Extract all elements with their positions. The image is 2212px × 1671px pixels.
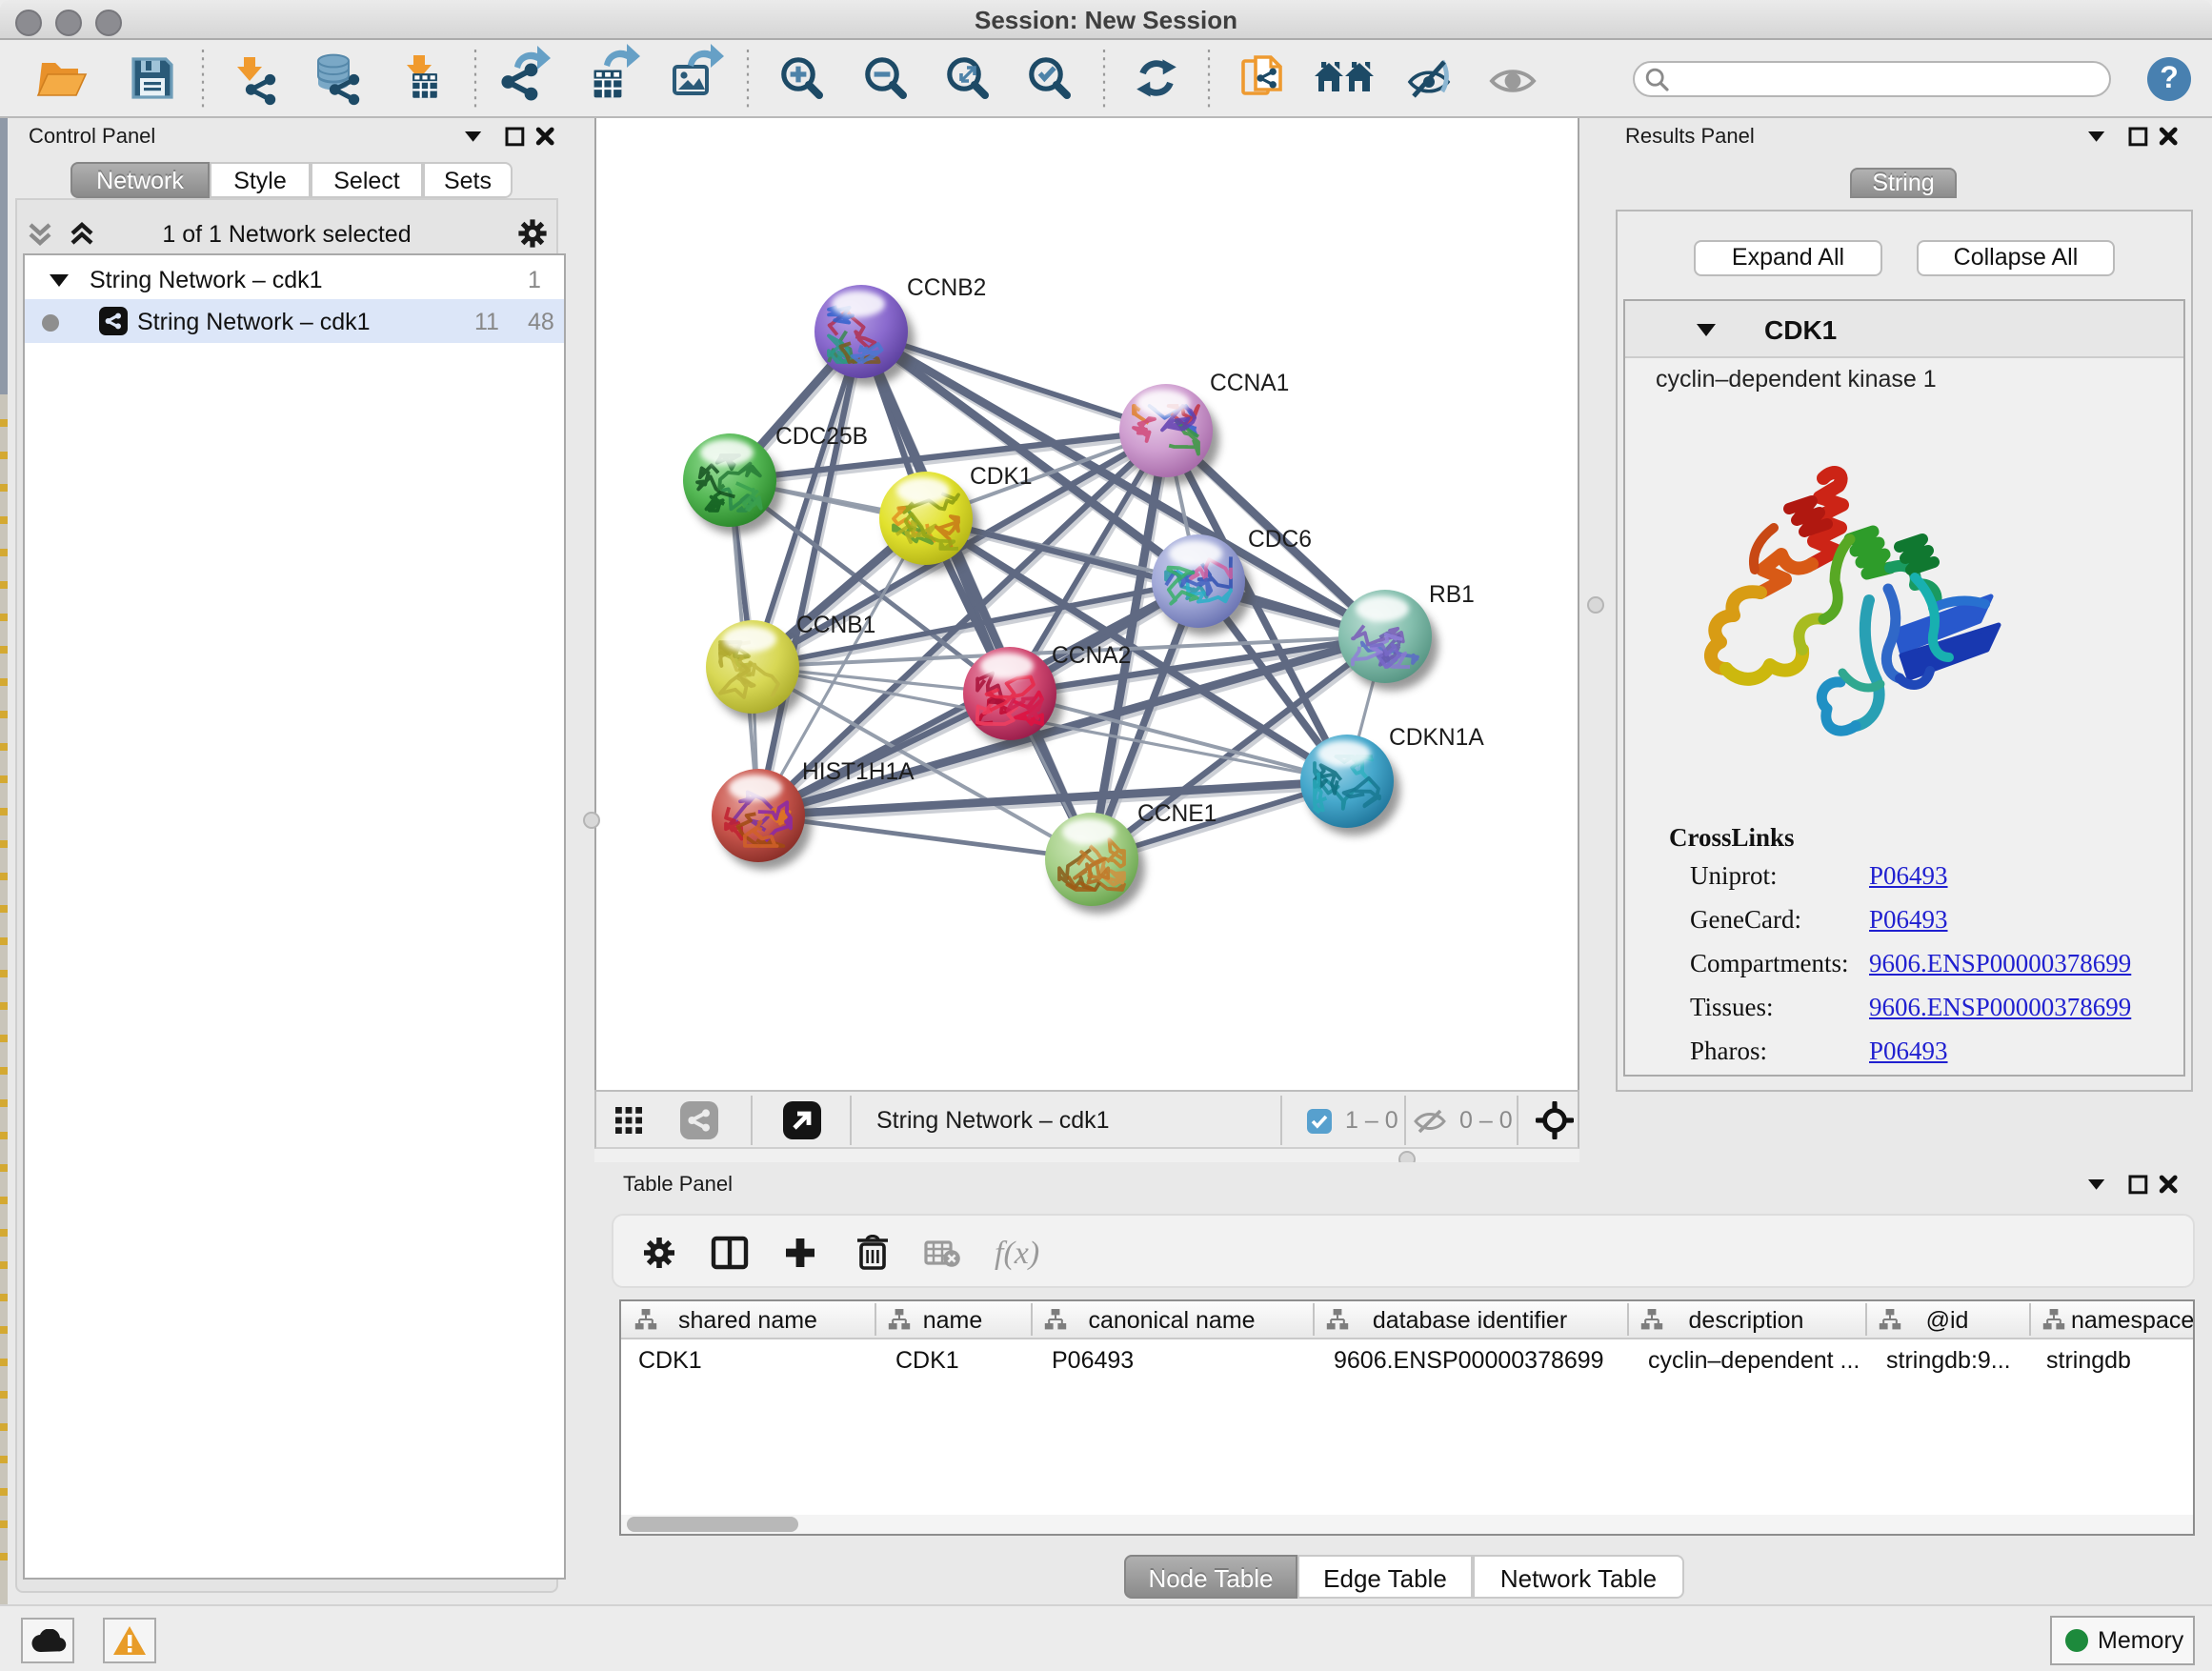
svg-text:CDK1: CDK1	[970, 464, 1033, 490]
svg-text:CDC25B: CDC25B	[775, 424, 868, 450]
svg-text:HIST1H1A: HIST1H1A	[802, 759, 915, 785]
svg-text:f(x): f(x)	[995, 1236, 1039, 1271]
svg-text:CDKN1A: CDKN1A	[1389, 725, 1484, 751]
svg-text:RB1: RB1	[1429, 582, 1475, 608]
svg-text:CCNB2: CCNB2	[907, 275, 986, 301]
svg-text:CCNA2: CCNA2	[1052, 643, 1131, 669]
svg-text:CCNA1: CCNA1	[1210, 371, 1289, 396]
svg-text:CCNE1: CCNE1	[1137, 801, 1217, 827]
svg-text:CCNB1: CCNB1	[796, 613, 875, 638]
svg-text:CDC6: CDC6	[1248, 527, 1312, 553]
